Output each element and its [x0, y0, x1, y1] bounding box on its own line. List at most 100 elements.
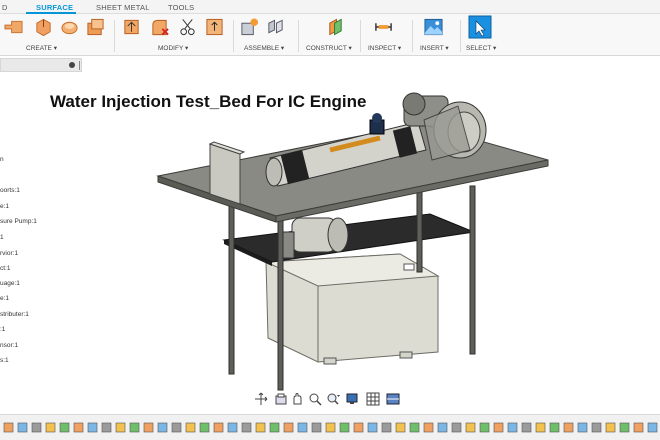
- timeline-feature-icon[interactable]: [479, 422, 490, 433]
- look-at-icon[interactable]: [274, 392, 288, 406]
- zoom-window-icon[interactable]: [326, 392, 340, 406]
- timeline-feature-icon[interactable]: [535, 422, 546, 433]
- timeline-feature-icon[interactable]: [521, 422, 532, 433]
- display-settings-icon[interactable]: [346, 392, 360, 406]
- measure-icon[interactable]: [374, 17, 393, 37]
- timeline-feature-icon[interactable]: [87, 422, 98, 433]
- extrude-icon[interactable]: [4, 17, 23, 37]
- insert-menu[interactable]: INSERT ▾: [420, 44, 449, 52]
- timeline-feature-icon[interactable]: [269, 422, 280, 433]
- inspect-menu[interactable]: INSPECT ▾: [368, 44, 401, 52]
- select-icon[interactable]: [468, 15, 492, 39]
- timeline-feature-icon[interactable]: [507, 422, 518, 433]
- timeline-feature-icon[interactable]: [171, 422, 182, 433]
- press-pull-icon[interactable]: [122, 17, 141, 37]
- tab-sheet-metal[interactable]: SHEET METAL: [96, 3, 150, 12]
- grid-icon[interactable]: [366, 392, 380, 406]
- browser-item[interactable]: 1: [0, 234, 4, 241]
- timeline-feature-icon[interactable]: [157, 422, 168, 433]
- browser-item[interactable]: e:1: [0, 295, 9, 302]
- timeline-feature-icon[interactable]: [73, 422, 84, 433]
- shell-icon[interactable]: [205, 17, 224, 37]
- insert-image-icon[interactable]: [424, 17, 443, 37]
- browser-item[interactable]: :1: [0, 326, 5, 333]
- timeline-feature-icon[interactable]: [381, 422, 392, 433]
- timeline-feature-icon[interactable]: [563, 422, 574, 433]
- browser-item[interactable]: nsor:1: [0, 342, 18, 349]
- timeline-feature-icon[interactable]: [605, 422, 616, 433]
- browser-item[interactable]: oorts:1: [0, 187, 20, 194]
- new-component-icon[interactable]: [240, 17, 259, 37]
- orbit-icon[interactable]: [254, 392, 268, 406]
- browser-item[interactable]: ct:1: [0, 265, 10, 272]
- timeline-feature-icon[interactable]: [129, 422, 140, 433]
- ribbon-divider: [360, 20, 361, 52]
- timeline-feature-icon[interactable]: [241, 422, 252, 433]
- timeline-feature-icon[interactable]: [493, 422, 504, 433]
- select-menu[interactable]: SELECT ▾: [466, 44, 496, 52]
- pin-icon[interactable]: [79, 61, 80, 70]
- timeline-feature-icon[interactable]: [325, 422, 336, 433]
- timeline-feature-icon[interactable]: [591, 422, 602, 433]
- zoom-icon[interactable]: [308, 392, 322, 406]
- pan-icon[interactable]: [290, 392, 304, 406]
- timeline-feature-icon[interactable]: [227, 422, 238, 433]
- timeline-feature-icon[interactable]: [451, 422, 462, 433]
- timeline-feature-icon[interactable]: [311, 422, 322, 433]
- timeline-feature-icon[interactable]: [367, 422, 378, 433]
- box-icon[interactable]: [34, 17, 53, 37]
- sweep-icon[interactable]: [86, 17, 105, 37]
- viewports-icon[interactable]: [386, 392, 400, 406]
- timeline-features: [3, 422, 658, 433]
- timeline-feature-icon[interactable]: [143, 422, 154, 433]
- offset-plane-icon[interactable]: [326, 17, 345, 37]
- construct-menu[interactable]: CONSTRUCT ▾: [306, 44, 352, 52]
- timeline-feature-icon[interactable]: [31, 422, 42, 433]
- timeline-feature-icon[interactable]: [101, 422, 112, 433]
- create-menu[interactable]: CREATE ▾: [26, 44, 57, 52]
- timeline-feature-icon[interactable]: [297, 422, 308, 433]
- timeline-feature-icon[interactable]: [185, 422, 196, 433]
- browser-item[interactable]: uage:1: [0, 280, 20, 287]
- timeline-feature-icon[interactable]: [549, 422, 560, 433]
- timeline-feature-icon[interactable]: [17, 422, 28, 433]
- timeline-feature-icon[interactable]: [633, 422, 644, 433]
- timeline-feature-icon[interactable]: [395, 422, 406, 433]
- toolbar-ribbon: CREATE ▾ MODIFY ▾ ASSEMBLE ▾ CONSTRUCT ▾…: [0, 14, 660, 56]
- timeline-feature-icon[interactable]: [45, 422, 56, 433]
- revolve-icon[interactable]: [60, 17, 79, 37]
- collapse-icon[interactable]: [69, 62, 75, 68]
- browser-item[interactable]: n: [0, 156, 4, 163]
- timeline-feature-icon[interactable]: [465, 422, 476, 433]
- timeline-feature-icon[interactable]: [199, 422, 210, 433]
- tab-tools[interactable]: TOOLS: [168, 3, 194, 12]
- scissors-icon[interactable]: [178, 17, 197, 37]
- browser-item[interactable]: s:1: [0, 357, 9, 364]
- timeline-feature-icon[interactable]: [339, 422, 350, 433]
- assemble-menu[interactable]: ASSEMBLE ▾: [244, 44, 284, 52]
- 3d-model-viewport[interactable]: [150, 88, 560, 394]
- timeline-feature-icon[interactable]: [409, 422, 420, 433]
- fillet-icon[interactable]: [150, 17, 169, 37]
- timeline-feature-icon[interactable]: [423, 422, 434, 433]
- tab-design[interactable]: D: [2, 3, 8, 12]
- timeline-feature-icon[interactable]: [353, 422, 364, 433]
- modify-menu[interactable]: MODIFY ▾: [158, 44, 188, 52]
- timeline-feature-icon[interactable]: [59, 422, 70, 433]
- timeline-feature-icon[interactable]: [255, 422, 266, 433]
- timeline-feature-icon[interactable]: [115, 422, 126, 433]
- timeline-feature-icon[interactable]: [647, 422, 658, 433]
- browser-panel-header[interactable]: [0, 58, 82, 72]
- timeline-feature-icon[interactable]: [3, 422, 14, 433]
- browser-item[interactable]: rvior:1: [0, 250, 18, 257]
- joint-icon[interactable]: [266, 17, 285, 37]
- timeline-feature-icon[interactable]: [437, 422, 448, 433]
- timeline-feature-icon[interactable]: [213, 422, 224, 433]
- timeline-feature-icon[interactable]: [577, 422, 588, 433]
- browser-item[interactable]: stributer:1: [0, 311, 29, 318]
- tab-surface[interactable]: SURFACE: [36, 3, 73, 12]
- browser-item[interactable]: e:1: [0, 203, 9, 210]
- timeline-feature-icon[interactable]: [283, 422, 294, 433]
- timeline-feature-icon[interactable]: [619, 422, 630, 433]
- browser-item[interactable]: sure Pump:1: [0, 218, 37, 225]
